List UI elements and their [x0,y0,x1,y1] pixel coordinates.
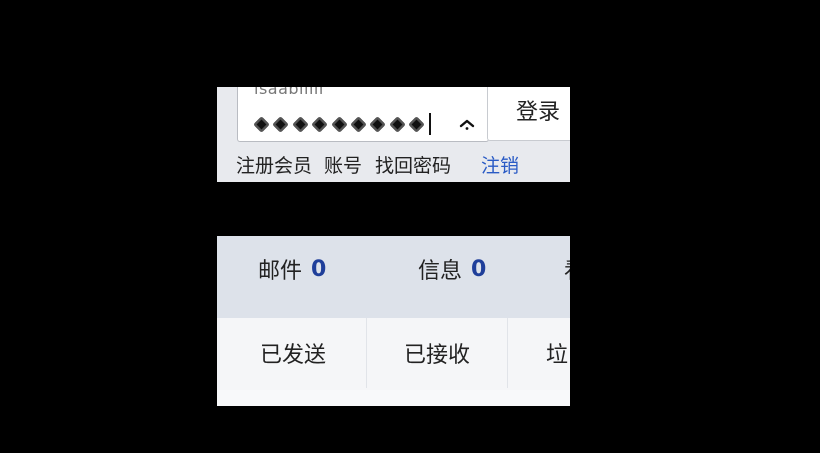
password-mask [253,113,431,135]
password-dot [369,115,387,133]
password-dot [330,115,348,133]
mail-count-label: 邮件 [258,259,303,284]
mail-panel: 邮件 0 信息 0 看 已发送 已接收 垃 [217,236,570,406]
password-dot [388,115,406,133]
tab-trash[interactable]: 垃 [508,318,570,388]
account-link[interactable]: 账号 [324,151,362,178]
logout-link[interactable]: 注销 [481,151,519,178]
message-counts-bar: 邮件 0 信息 0 看 [217,236,570,318]
register-link[interactable]: 注册会员 [236,151,312,178]
mail-count[interactable]: 邮件 0 [258,253,326,285]
password-dot [292,115,309,133]
tab-sent[interactable]: 已发送 [220,318,367,388]
truncated-count-label: 看 [564,253,570,285]
login-panel: isaabiiiii 登录 注册会员 账号 找回密码 注销 [217,87,570,182]
panel-footer [217,390,570,406]
login-button[interactable]: 登录 [487,87,570,141]
password-dot [350,115,367,133]
password-dot [408,115,425,133]
chevron-up-icon[interactable] [456,116,478,132]
text-cursor [428,113,431,135]
folder-tabs: 已发送 已接收 垃 [220,318,570,391]
message-count-value: 0 [471,256,487,282]
message-count[interactable]: 信息 0 [418,253,486,285]
password-dot [253,115,270,133]
mail-count-value: 0 [311,256,327,282]
account-links: 注册会员 账号 找回密码 注销 [236,151,519,178]
password-dot [272,115,290,133]
username-value: isaabiiiii [254,87,324,98]
message-count-label: 信息 [418,259,463,284]
password-field[interactable]: isaabiiiii [237,87,489,142]
password-dot [311,115,328,133]
recover-password-link[interactable]: 找回密码 [375,151,451,178]
tab-received[interactable]: 已接收 [367,318,508,388]
